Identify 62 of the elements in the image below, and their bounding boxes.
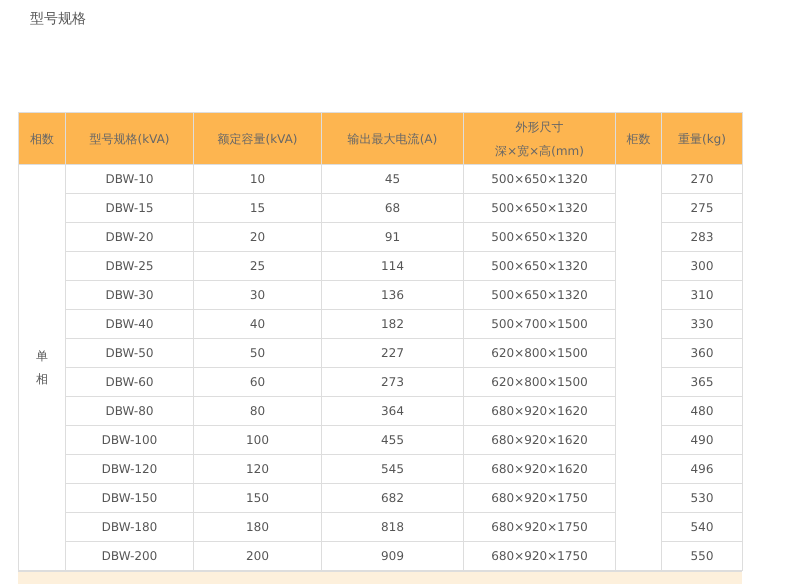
column-header: 额定容量(kVA)	[194, 112, 322, 164]
table-cell: 360	[662, 338, 742, 368]
table-cell: 180	[194, 512, 322, 542]
table-cell: 490	[662, 426, 742, 454]
table-cell: 227	[322, 338, 464, 368]
table-cell: DBW-30	[66, 280, 194, 310]
table-cell: 50	[194, 338, 322, 368]
table-cell: 330	[662, 310, 742, 338]
table-cell: 114	[322, 252, 464, 280]
table-cell: 480	[662, 396, 742, 426]
table-cell: 682	[322, 484, 464, 512]
section-title: 型号规格	[30, 10, 86, 28]
table-cell: 30	[194, 280, 322, 310]
table-cell: DBW-20	[66, 222, 194, 252]
table-cell: 818	[322, 512, 464, 542]
table-cell: DBW-25	[66, 252, 194, 280]
table-cell: 120	[194, 454, 322, 484]
table-cell: 540	[662, 512, 742, 542]
column-header: 柜数	[616, 112, 662, 164]
column-header: 外形尺寸 深×宽×高(mm)	[464, 112, 616, 164]
table-cell: 496	[662, 454, 742, 484]
table-cell: 455	[322, 426, 464, 454]
table-cell: 20	[194, 222, 322, 252]
table-cell: DBW-60	[66, 368, 194, 396]
column-header: 重量(kg)	[662, 112, 742, 164]
table-cell: 25	[194, 252, 322, 280]
table-cell: 275	[662, 194, 742, 222]
table-cell: 283	[662, 222, 742, 252]
column-header: 相数	[18, 112, 66, 164]
table-cell: 300	[662, 252, 742, 280]
table-cell: DBW-15	[66, 194, 194, 222]
table-cell: DBW-40	[66, 310, 194, 338]
table-cell: 150	[194, 484, 322, 512]
table-cell: 45	[322, 164, 464, 194]
table-cell: 40	[194, 310, 322, 338]
table-cell: 182	[322, 310, 464, 338]
table-cell: DBW-50	[66, 338, 194, 368]
table-cell: DBW-180	[66, 512, 194, 542]
table-cell: DBW-120	[66, 454, 194, 484]
table-cell: 68	[322, 194, 464, 222]
table-cell: 530	[662, 484, 742, 512]
table-cell: DBW-80	[66, 396, 194, 426]
table-cell: 270	[662, 164, 742, 194]
table-cell: 365	[662, 368, 742, 396]
table-cell: 273	[322, 368, 464, 396]
table-cell: 60	[194, 368, 322, 396]
table-cell: 364	[322, 396, 464, 426]
table-cell: 545	[322, 454, 464, 484]
table-cell: 15	[194, 194, 322, 222]
table-cell: 136	[322, 280, 464, 310]
table-cell: 91	[322, 222, 464, 252]
table-cell: 100	[194, 426, 322, 454]
column-header: 型号规格(kVA)	[66, 112, 194, 164]
table-cell: 310	[662, 280, 742, 310]
column-header: 输出最大电流(A)	[322, 112, 464, 164]
table-cell: 80	[194, 396, 322, 426]
table-cell: DBW-100	[66, 426, 194, 454]
table-cell: 500×650×1320	[464, 164, 616, 194]
table-cell: DBW-10	[66, 164, 194, 194]
table-cell: DBW-150	[66, 484, 194, 512]
table-cell: 单相	[18, 164, 66, 570]
table-cell: 10	[194, 164, 322, 194]
